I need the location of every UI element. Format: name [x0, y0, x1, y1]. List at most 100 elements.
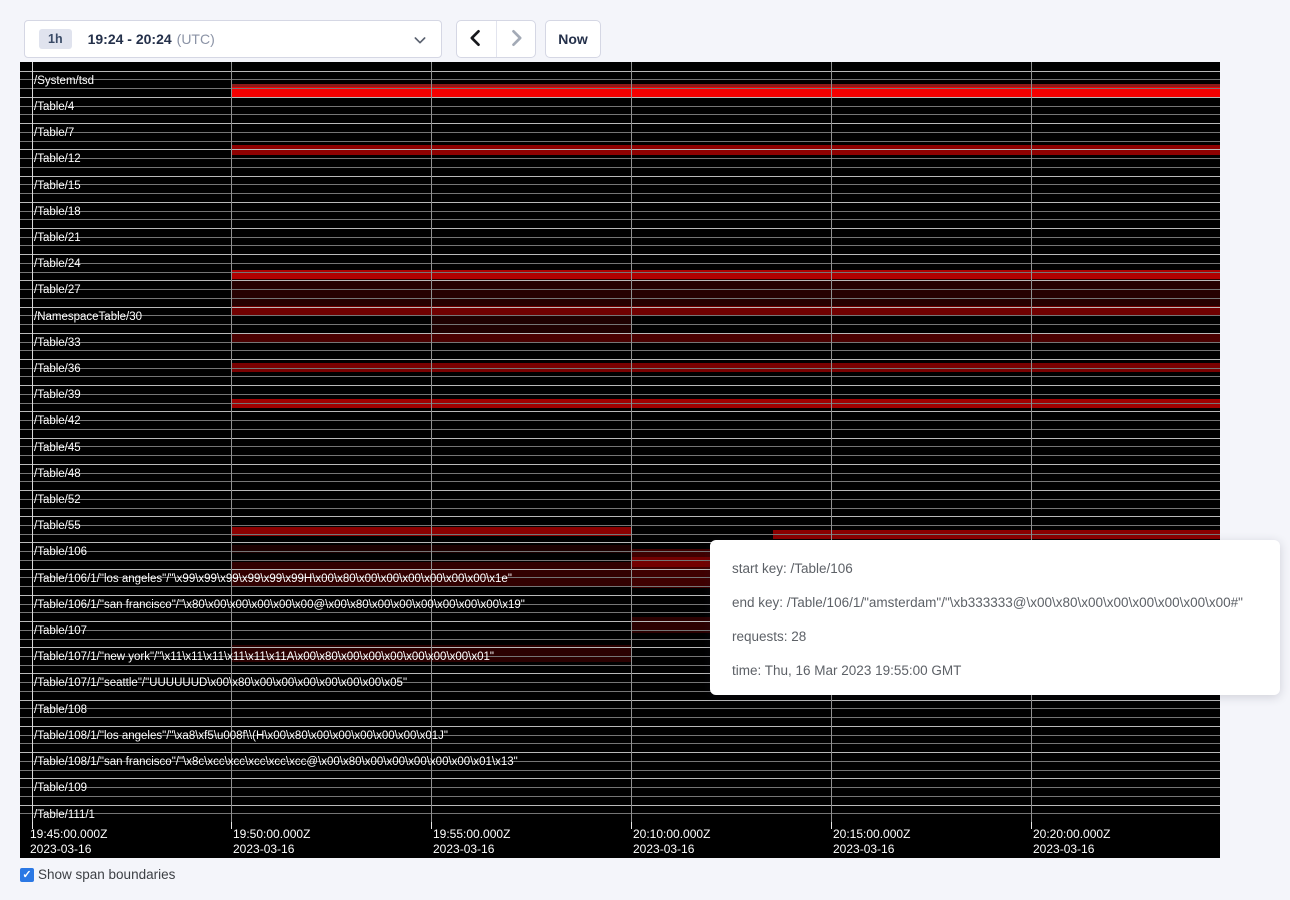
row-boundary-line: [20, 385, 1220, 386]
span-boundary-line: [20, 429, 1220, 430]
span-boundary-line: [20, 193, 1220, 194]
span-boundary-line: [20, 376, 1220, 377]
span-boundary-line: [20, 272, 1220, 273]
axis-time-label: 20:20:00.000Z2023-03-16: [1033, 827, 1110, 857]
span-boundary-line: [20, 499, 1220, 500]
time-gridline: [831, 62, 832, 822]
show-span-boundaries-checkbox[interactable]: ✓: [20, 868, 34, 882]
key-span-label: /Table/24: [34, 258, 81, 270]
chevron-left-icon: [466, 27, 486, 52]
axis-time-label: 19:45:00.000Z2023-03-16: [30, 827, 107, 857]
key-span-label: /Table/107: [34, 625, 87, 637]
span-boundary-line: [20, 106, 1220, 107]
tooltip-time: time: Thu, 16 Mar 2023 19:55:00 GMT: [732, 654, 1280, 688]
key-span-label: /Table/106/1/"los angeles"/"\x99\x99\x99…: [34, 573, 512, 585]
key-span-label: /Table/18: [34, 206, 81, 218]
next-window-button[interactable]: [496, 21, 536, 57]
span-boundary-line: [20, 368, 1220, 369]
time-gridline: [1031, 62, 1032, 822]
row-boundary-line: [20, 202, 1220, 203]
key-span-label: /Table/108/1/"los angeles"/"\xa8\xf5\u00…: [34, 730, 448, 742]
key-span-label: /Table/106: [34, 546, 87, 558]
time-range-dropdown[interactable]: 1h 19:24 - 20:24 (UTC): [24, 20, 442, 58]
now-button[interactable]: Now: [545, 20, 601, 58]
key-span-label: /Table/12: [34, 153, 81, 165]
row-boundary-line: [20, 778, 1220, 779]
show-span-boundaries-label: Show span boundaries: [38, 867, 175, 882]
key-span-label: /Table/108: [34, 704, 87, 716]
row-boundary-line: [20, 149, 1220, 150]
row-boundary-line: [20, 464, 1220, 465]
key-span-label: /Table/52: [34, 494, 81, 506]
range-duration-badge: 1h: [39, 29, 72, 49]
axis-tick: [431, 822, 432, 829]
row-boundary-line: [20, 359, 1220, 360]
key-span-label: /Table/45: [34, 442, 81, 454]
span-boundary-line: [20, 79, 1220, 80]
key-visualizer-heatmap[interactable]: /System/tsd/Table/4/Table/7/Table/12/Tab…: [20, 62, 1220, 858]
span-boundary-line: [20, 420, 1220, 421]
span-boundary-line: [20, 324, 1220, 325]
chevron-right-icon: [506, 27, 526, 52]
span-boundary-line: [20, 263, 1220, 264]
span-boundary-line: [20, 289, 1220, 290]
axis-tick: [231, 822, 232, 829]
key-span-label: /Table/108/1/"san francisco"/"\x8c\xcc\x…: [34, 756, 518, 768]
key-span-label: /Table/27: [34, 284, 81, 296]
heatmap-chart-area[interactable]: /System/tsd/Table/4/Table/7/Table/12/Tab…: [20, 62, 1220, 822]
key-span-label: /Table/15: [34, 180, 81, 192]
row-boundary-line: [20, 490, 1220, 491]
row-boundary-line: [20, 726, 1220, 727]
key-span-label: /Table/33: [34, 337, 81, 349]
span-boundary-line: [20, 141, 1220, 142]
key-span-label: /Table/4: [34, 101, 74, 113]
span-boundary-line: [20, 88, 1220, 89]
span-boundary-line: [20, 455, 1220, 456]
row-boundary-line: [20, 752, 1220, 753]
span-boundary-line: [20, 211, 1220, 212]
span-boundary-line: [20, 813, 1220, 814]
span-boundary-line: [20, 298, 1220, 299]
axis-time-label: 20:15:00.000Z2023-03-16: [833, 827, 910, 857]
previous-window-button[interactable]: [457, 21, 496, 57]
span-boundary-line: [20, 350, 1220, 351]
key-span-label: /Table/36: [34, 363, 81, 375]
chevron-down-icon: [412, 32, 428, 48]
span-tooltip: start key: /Table/106 end key: /Table/10…: [710, 540, 1280, 695]
row-boundary-line: [20, 97, 1220, 98]
span-boundary-line: [20, 446, 1220, 447]
span-boundary-line: [20, 132, 1220, 133]
tooltip-start-key: start key: /Table/106: [732, 552, 1280, 586]
time-gridline: [231, 62, 232, 822]
time-gridline: [32, 62, 33, 822]
row-boundary-line: [20, 805, 1220, 806]
span-boundary-line: [20, 525, 1220, 526]
row-boundary-line: [20, 71, 1220, 72]
row-boundary-line: [20, 700, 1220, 701]
span-boundary-line: [20, 114, 1220, 115]
range-text: 19:24 - 20:24: [88, 31, 172, 47]
span-boundary-line: [20, 796, 1220, 797]
span-boundary-line: [20, 743, 1220, 744]
key-span-label: /Table/111/1: [34, 809, 95, 821]
span-boundary-line: [20, 787, 1220, 788]
range-timezone: (UTC): [177, 31, 215, 47]
tooltip-end-key: end key: /Table/106/1/"amsterdam"/"\xb33…: [732, 586, 1280, 620]
time-axis: 19:45:00.000Z2023-03-1619:50:00.000Z2023…: [20, 822, 1220, 858]
span-boundary-line: [20, 184, 1220, 185]
span-boundary-line: [20, 403, 1220, 404]
span-boundary-line: [20, 158, 1220, 159]
span-boundary-line: [20, 342, 1220, 343]
span-boundary-line: [20, 717, 1220, 718]
key-span-label: /Table/7: [34, 127, 74, 139]
axis-tick: [631, 822, 632, 829]
show-span-boundaries-toggle[interactable]: ✓ Show span boundaries: [20, 867, 175, 882]
heat-band[interactable]: [231, 279, 1220, 306]
toolbar: 1h 19:24 - 20:24 (UTC) Now: [0, 0, 1290, 62]
key-span-label: /Table/55: [34, 520, 81, 532]
key-visualizer-page: { "toolbar": { "range_badge": "1h", "ran…: [0, 0, 1290, 900]
key-span-label: /Table/109: [34, 782, 87, 794]
span-boundary-line: [20, 167, 1220, 168]
span-boundary-line: [20, 473, 1220, 474]
axis-tick: [831, 822, 832, 829]
